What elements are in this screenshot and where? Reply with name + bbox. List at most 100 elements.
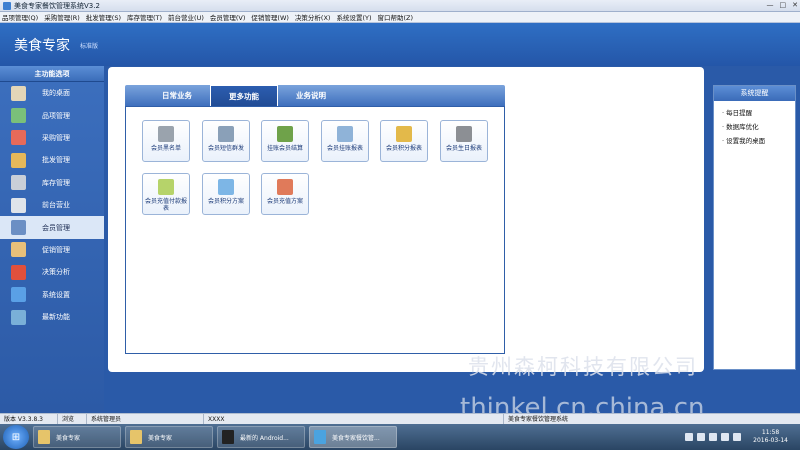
qq-icon bbox=[222, 430, 234, 444]
menu-item-wholesale[interactable]: 批发管理(S) bbox=[86, 12, 121, 22]
tab-bar: 日常业务 更多功能 业务说明 bbox=[125, 85, 505, 106]
window-title: 美食专家餐饮管理系统V3.2 bbox=[14, 1, 100, 10]
clock[interactable]: 11:58 2016-03-14 bbox=[753, 429, 788, 445]
tab-business-notes[interactable]: 业务说明 bbox=[278, 85, 344, 106]
sidebar-item-label: 采购管理 bbox=[42, 133, 70, 142]
menu-item-items[interactable]: 品项管理(Q) bbox=[2, 12, 38, 22]
main-panel: 日常业务 更多功能 业务说明 会员黑名单 会员短信群发 挂账会员结算 会员挂账报表 会员… bbox=[108, 67, 704, 372]
sidebar-item-label: 会员管理 bbox=[42, 223, 70, 232]
new-feature-icon bbox=[11, 309, 26, 325]
sidebar-title: 主功能选项 bbox=[0, 66, 104, 82]
sidebar-item[interactable]: 前台营业 bbox=[0, 194, 104, 216]
status-user: 系统管理员 bbox=[87, 413, 204, 425]
sidebar-item[interactable]: 系统设置 bbox=[0, 284, 104, 306]
sidebar-item-label: 库存管理 bbox=[42, 178, 70, 187]
app-icon bbox=[3, 1, 11, 10]
wholesale-icon bbox=[11, 152, 26, 168]
tray-qq-icon[interactable] bbox=[685, 433, 694, 441]
menu-item-settings[interactable]: 系统设置(Y) bbox=[336, 12, 371, 22]
recharge-plan-icon bbox=[277, 179, 293, 195]
blacklist-icon bbox=[158, 126, 174, 142]
cart-icon bbox=[11, 197, 26, 213]
function-button[interactable]: 会员生日报表 bbox=[440, 120, 488, 162]
sidebar-item[interactable]: 决策分析 bbox=[0, 261, 104, 283]
sidebar-item[interactable]: 品项管理 bbox=[0, 104, 104, 126]
system-reminder-panel: 系统提醒 · 每日提醒 · 数据库优化 · 设置我的桌面 bbox=[713, 85, 796, 370]
function-button-label: 会员挂账报表 bbox=[326, 145, 363, 152]
sidebar-item-label: 决策分析 bbox=[42, 268, 70, 277]
tray-device-icon[interactable] bbox=[709, 433, 718, 441]
function-button-label: 挂账会员结算 bbox=[266, 145, 303, 152]
menu-item-window-help[interactable]: 窗口帮助(Z) bbox=[378, 12, 414, 22]
function-button[interactable]: 会员充值方案 bbox=[261, 173, 309, 215]
function-button[interactable]: 会员充值付款报表 bbox=[142, 173, 190, 215]
app-header: 美食专家 标准版 bbox=[0, 23, 800, 66]
function-button-label: 会员积分报表 bbox=[385, 145, 422, 152]
maximize-button[interactable]: □ bbox=[780, 1, 787, 9]
taskbar-button-label: 美食专家 bbox=[148, 434, 173, 442]
reminder-set-desktop[interactable]: · 设置我的桌面 bbox=[722, 135, 795, 145]
sidebar-item-label: 最新功能 bbox=[42, 313, 70, 322]
sidebar-item[interactable]: 我的桌面 bbox=[0, 82, 104, 104]
edition-label: 标准版 bbox=[80, 43, 99, 50]
clock-date: 2016-03-14 bbox=[753, 437, 788, 444]
menu-item-analysis[interactable]: 决策分析(X) bbox=[295, 12, 331, 22]
tray-network-icon[interactable] bbox=[721, 433, 730, 441]
menu-item-inventory[interactable]: 库存管理(T) bbox=[127, 12, 162, 22]
taskbar-button-label: 美食专家餐饮管... bbox=[332, 434, 380, 442]
sidebar-item-label: 品项管理 bbox=[42, 111, 70, 120]
function-button[interactable]: 会员黑名单 bbox=[142, 120, 190, 162]
reminder-db-optimize[interactable]: · 数据库优化 bbox=[722, 121, 795, 131]
item-icon bbox=[11, 108, 26, 124]
promotion-chart-icon bbox=[11, 242, 26, 258]
function-button-label: 会员生日报表 bbox=[445, 145, 482, 152]
menu-item-promotion[interactable]: 促销管理(W) bbox=[251, 12, 289, 22]
system-tray: 11:58 2016-03-14 bbox=[685, 426, 796, 448]
settings-icon bbox=[11, 287, 26, 303]
birthday-report-icon bbox=[456, 126, 472, 142]
tray-volume-icon[interactable] bbox=[733, 433, 742, 441]
sidebar-item[interactable]: 促销管理 bbox=[0, 239, 104, 261]
sidebar-item[interactable]: 批发管理 bbox=[0, 149, 104, 171]
function-button[interactable]: 会员积分报表 bbox=[380, 120, 428, 162]
menu-bar: 品项管理(Q) 采购管理(R) 批发管理(S) 库存管理(T) 前台营业(U) … bbox=[0, 12, 800, 23]
reminder-daily[interactable]: · 每日提醒 bbox=[722, 107, 795, 117]
sidebar-item[interactable]: 采购管理 bbox=[0, 127, 104, 149]
taskbar-button-label: 美食专家 bbox=[56, 434, 81, 442]
tray-flag-icon[interactable] bbox=[697, 433, 706, 441]
sidebar-item[interactable]: 库存管理 bbox=[0, 172, 104, 194]
status-bar: 版本 V3.3.8.3 浏览 系统管理员 XXXX 美食专家餐饮管理系统 bbox=[0, 413, 800, 425]
system-reminder-title: 系统提醒 bbox=[714, 86, 795, 101]
taskbar-button[interactable]: 美食专家 bbox=[125, 426, 213, 448]
tab-daily-business[interactable]: 日常业务 bbox=[125, 85, 210, 106]
menu-item-frontdesk[interactable]: 前台营业(U) bbox=[168, 12, 204, 22]
function-button[interactable]: 会员积分方案 bbox=[202, 173, 250, 215]
taskbar-button[interactable]: 美食专家 bbox=[33, 426, 121, 448]
menu-item-purchase[interactable]: 采购管理(R) bbox=[44, 12, 80, 22]
taskbar-button[interactable]: 最新的 Android... bbox=[217, 426, 305, 448]
tab-more-functions[interactable]: 更多功能 bbox=[210, 85, 278, 106]
start-button[interactable]: ⊞ bbox=[3, 425, 29, 449]
watermark-company: 贵州森柯科技有限公司 bbox=[468, 355, 698, 379]
function-button[interactable]: 挂账会员结算 bbox=[261, 120, 309, 162]
settlement-icon bbox=[277, 126, 293, 142]
status-version: 版本 V3.3.8.3 bbox=[0, 413, 58, 425]
function-button-label: 会员短信群发 bbox=[207, 145, 244, 152]
credit-report-icon bbox=[337, 126, 353, 142]
inventory-icon bbox=[11, 175, 26, 191]
taskbar: ⊞ 美食专家 美食专家 最新的 Android... 美食专家餐饮管... 11:58… bbox=[0, 424, 800, 450]
sidebar-item[interactable]: 最新功能 bbox=[0, 306, 104, 328]
taskbar-button-label: 最新的 Android... bbox=[240, 434, 289, 442]
status-code: XXXX bbox=[204, 413, 504, 425]
close-button[interactable]: ✕ bbox=[792, 1, 798, 9]
menu-item-members[interactable]: 会员管理(V) bbox=[210, 12, 246, 22]
function-button[interactable]: 会员挂账报表 bbox=[321, 120, 369, 162]
taskbar-button[interactable]: 美食专家餐饮管... bbox=[309, 426, 397, 448]
function-button[interactable]: 会员短信群发 bbox=[202, 120, 250, 162]
analysis-chart-icon bbox=[11, 264, 26, 280]
minimize-button[interactable]: — bbox=[767, 1, 774, 9]
sidebar-item-label: 批发管理 bbox=[42, 156, 70, 165]
sms-icon bbox=[218, 126, 234, 142]
folder-icon bbox=[38, 430, 50, 444]
sidebar-item[interactable]: 会员管理 bbox=[0, 216, 104, 239]
